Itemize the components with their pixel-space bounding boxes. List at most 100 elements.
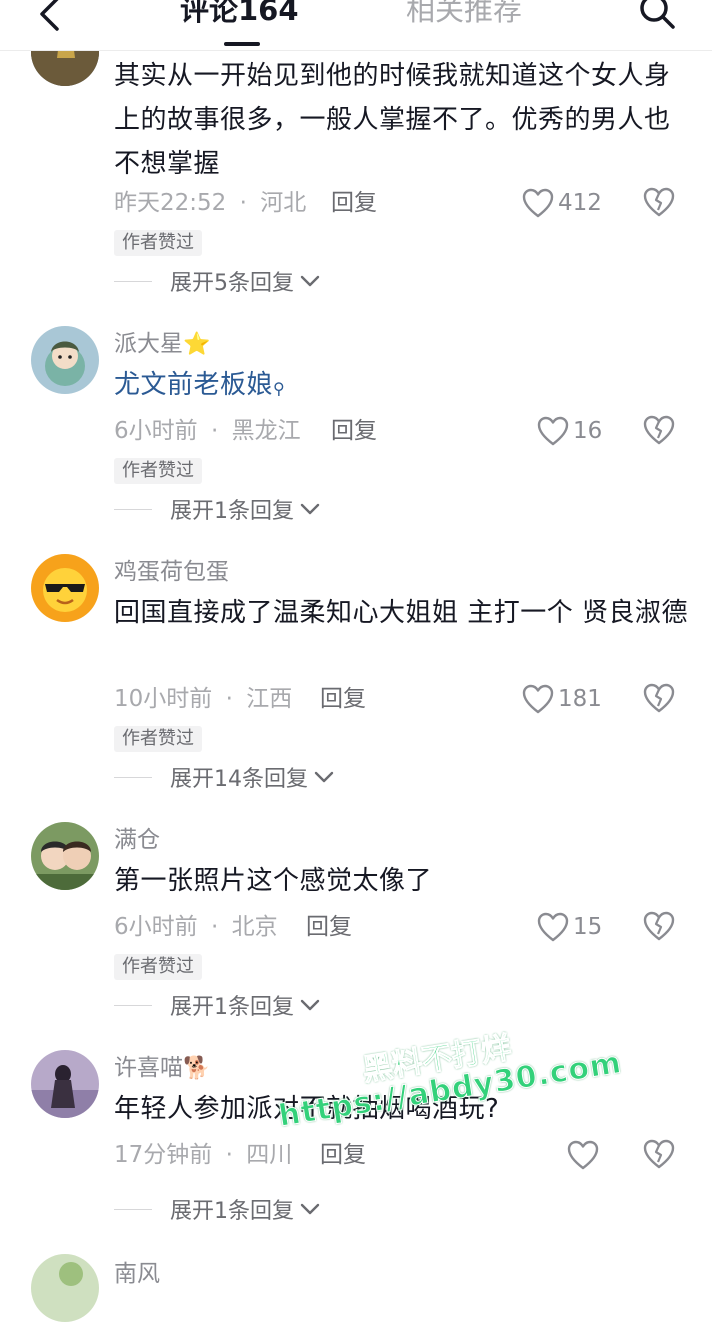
commenter-name[interactable]: 南风 <box>114 1258 160 1290</box>
dislike-button[interactable] <box>642 186 676 220</box>
chevron-down-icon <box>300 503 320 515</box>
comment-time: 昨天22:52 <box>114 190 227 216</box>
separator: · <box>225 686 233 712</box>
avatar[interactable] <box>31 326 99 394</box>
avatar[interactable] <box>31 1254 99 1322</box>
expand-replies-label: 展开5条回复 <box>170 271 294 296</box>
search-icon: ⚲ <box>273 379 286 398</box>
broken-heart-icon <box>643 187 675 217</box>
chevron-down-icon <box>300 275 320 287</box>
comment-time: 6小时前 <box>114 914 198 940</box>
commenter-name[interactable]: 鸡蛋荷包蛋 <box>114 556 229 588</box>
dislike-button[interactable] <box>642 682 676 716</box>
avatar[interactable] <box>31 1050 99 1118</box>
author-liked-badge: 作者赞过 <box>114 726 202 752</box>
heart-icon <box>567 1140 599 1170</box>
heart-icon <box>537 912 569 942</box>
commenter-name-text: 派大星 <box>114 331 183 357</box>
divider <box>114 1208 152 1210</box>
reply-button[interactable]: 回复 <box>306 912 352 942</box>
dislike-button[interactable] <box>642 1138 676 1172</box>
dislike-button[interactable] <box>642 414 676 448</box>
like-count: 15 <box>573 914 603 940</box>
like-button[interactable] <box>567 1138 603 1172</box>
like-count: 412 <box>558 190 602 216</box>
expand-replies-label: 展开1条回复 <box>170 499 294 524</box>
reply-button[interactable]: 回复 <box>320 1140 366 1170</box>
comment-time: 17分钟前 <box>114 1142 213 1168</box>
dislike-button[interactable] <box>642 910 676 944</box>
broken-heart-icon <box>643 683 675 713</box>
chevron-down-icon <box>300 999 320 1011</box>
comment-meta: 6小时前 · 黑龙江 <box>114 416 301 446</box>
avatar[interactable] <box>31 554 99 622</box>
expand-replies-button[interactable]: 展开1条回复 <box>114 1194 320 1224</box>
author-liked-badge: 作者赞过 <box>114 230 202 256</box>
tab-related[interactable]: 相关推荐 <box>406 0 522 32</box>
comment-meta: 10小时前 · 江西 <box>114 684 292 714</box>
comment-text: 第一张照片这个感觉太像了 <box>114 866 433 896</box>
separator: · <box>210 418 219 444</box>
expand-replies-button[interactable]: 展开1条回复 <box>114 494 320 524</box>
dog-icon: 🐕 <box>183 1056 211 1081</box>
commenter-name[interactable]: 许喜喵🐕 <box>114 1052 210 1085</box>
divider <box>114 280 152 282</box>
reply-button[interactable]: 回复 <box>320 684 366 714</box>
comment-text: 尤文前老板娘 <box>114 370 274 400</box>
separator: · <box>210 914 219 940</box>
chevron-down-icon <box>314 771 334 783</box>
comment-text-search-link[interactable]: 尤文前老板娘⚲ <box>114 363 694 407</box>
divider <box>114 776 152 778</box>
comment-text: 回国直接成了温柔知心大姐姐 主打一个 贤良淑德 <box>114 598 689 628</box>
comment-text: 年轻人参加派对不就抽烟喝酒玩? <box>114 1094 500 1124</box>
chevron-down-icon <box>300 1203 320 1215</box>
comment-meta: 17分钟前 · 四川 <box>114 1140 292 1170</box>
author-liked-badge: 作者赞过 <box>114 954 202 980</box>
expand-replies-label: 展开1条回复 <box>170 1199 294 1224</box>
broken-heart-icon <box>643 911 675 941</box>
expand-replies-label: 展开14条回复 <box>170 767 308 792</box>
like-button[interactable]: 181 <box>522 682 602 716</box>
expand-replies-button[interactable]: 展开14条回复 <box>114 762 334 792</box>
tab-comments[interactable]: 评论164 <box>180 0 299 32</box>
chevron-left-icon <box>40 0 59 31</box>
heart-icon <box>522 188 554 218</box>
commenter-name-text: 许喜喵 <box>114 1055 183 1081</box>
comment-time: 10小时前 <box>114 686 213 712</box>
comment-time: 6小时前 <box>114 418 198 444</box>
heart-icon <box>537 416 569 446</box>
comment-location: 河北 <box>260 190 307 216</box>
star-icon: ⭐ <box>183 332 211 357</box>
broken-heart-icon <box>643 415 675 445</box>
back-button[interactable] <box>30 0 70 34</box>
like-button[interactable]: 15 <box>537 910 602 944</box>
comment-meta: 6小时前 · 北京 <box>114 912 278 942</box>
comment-text: 其实从一开始见到他的时候我就知道这个女人身上的故事很多，一般人掌握不了。优秀的男… <box>114 61 671 179</box>
divider <box>114 1004 152 1006</box>
broken-heart-icon <box>643 1139 675 1169</box>
expand-replies-button[interactable]: 展开1条回复 <box>114 990 320 1020</box>
comment-meta: 昨天22:52 · 河北 <box>114 188 306 218</box>
search-button[interactable] <box>632 0 682 34</box>
separator: · <box>239 190 247 216</box>
like-count: 16 <box>573 418 603 444</box>
like-button[interactable]: 16 <box>537 414 602 448</box>
like-count: 181 <box>558 686 602 712</box>
reply-button[interactable]: 回复 <box>331 416 377 446</box>
top-bar: 评论164 相关推荐 <box>0 0 712 51</box>
expand-replies-label: 展开1条回复 <box>170 995 294 1020</box>
divider <box>114 508 152 510</box>
reply-button[interactable]: 回复 <box>331 188 377 218</box>
expand-replies-button[interactable]: 展开5条回复 <box>114 266 320 296</box>
heart-icon <box>522 684 554 714</box>
commenter-name[interactable]: 满仓 <box>114 824 160 856</box>
like-button[interactable]: 412 <box>522 186 602 220</box>
comment-location: 北京 <box>231 914 278 940</box>
comment-location: 江西 <box>246 686 293 712</box>
commenter-name[interactable]: 派大星⭐ <box>114 328 210 361</box>
search-icon <box>640 0 675 29</box>
comment-location: 四川 <box>246 1142 293 1168</box>
separator: · <box>225 1142 233 1168</box>
author-liked-badge: 作者赞过 <box>114 458 202 484</box>
avatar[interactable] <box>31 822 99 890</box>
